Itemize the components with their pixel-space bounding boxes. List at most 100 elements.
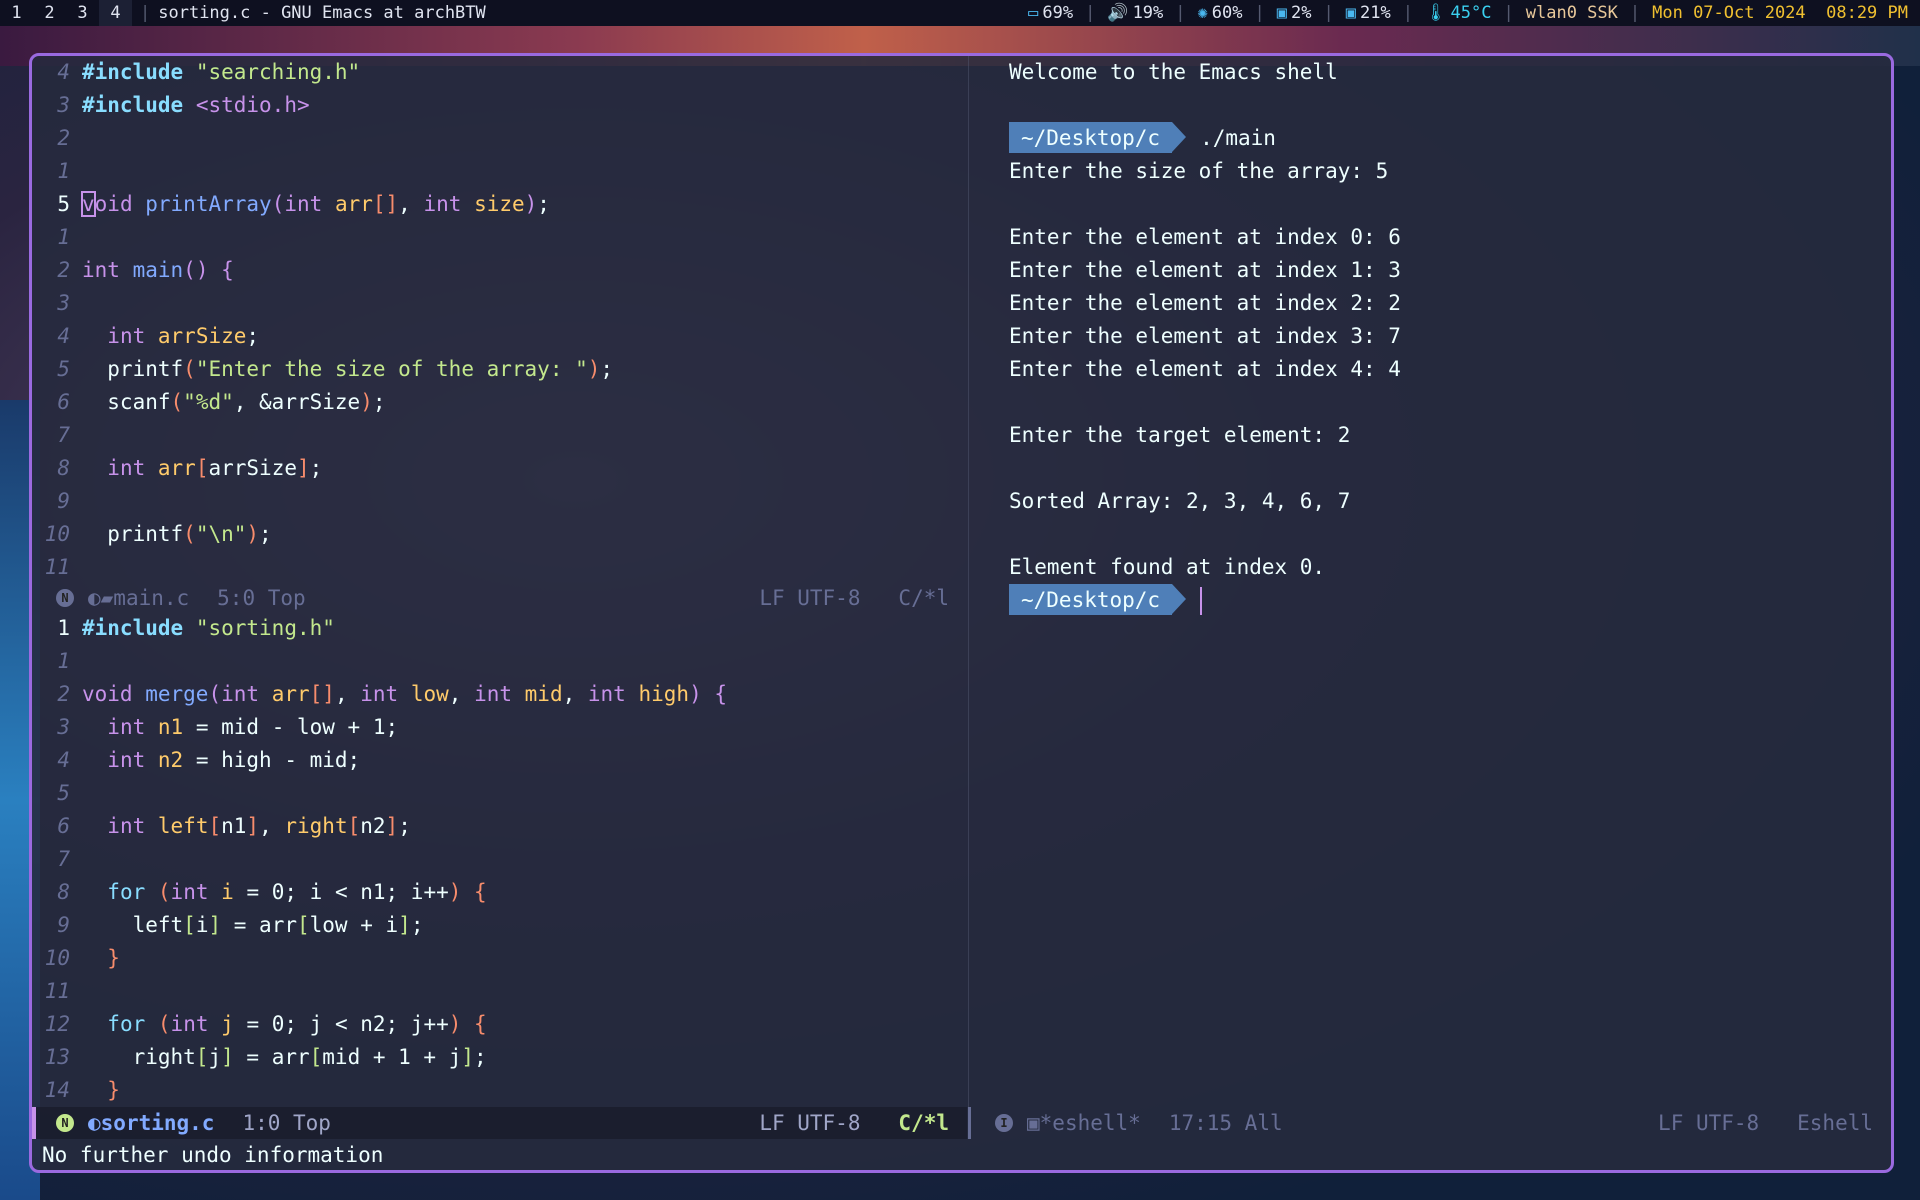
eshell-command: ./main	[1200, 126, 1276, 150]
code-token: )	[448, 1012, 462, 1036]
code-token: v	[81, 191, 96, 217]
code-token: {	[221, 258, 234, 282]
code-line: 1	[32, 645, 967, 678]
code-token: "%d"	[183, 390, 234, 414]
eshell-output-line: Enter the element at index 2: 2	[1009, 291, 1401, 315]
code-line: 7	[32, 419, 967, 452]
status-value: Mon 07-Oct 2024 08:29 PM	[1652, 3, 1908, 23]
code-line: 8 for (int i = 0; i < n1; i++) {	[32, 876, 967, 909]
status-value: 69%	[1042, 3, 1074, 23]
eshell-output-line	[1009, 188, 1894, 221]
workspace-4[interactable]: 4	[99, 0, 132, 26]
line-number: 5	[57, 192, 70, 216]
code-token: i	[221, 880, 234, 904]
code-token: ,	[334, 682, 361, 706]
eshell-window[interactable]: Welcome to the Emacs shell ~/Desktop/c ./…	[968, 56, 1894, 1107]
code-line: 5 printf("Enter the size of the array: "…	[32, 353, 967, 386]
code-token: n2	[157, 748, 184, 772]
code-token: <stdio.h>	[195, 93, 310, 117]
volume-icon: 🔊	[1107, 3, 1129, 23]
code-token: ]	[208, 913, 222, 937]
workspace-3[interactable]: 3	[66, 0, 99, 26]
eshell-input-line[interactable]: ~/Desktop/c	[1009, 584, 1894, 617]
modeline-eshell[interactable]: I ▣ *eshell* 17:15 All LF UTF-8 Eshell	[968, 1107, 1891, 1139]
brightness-icon: ✺	[1197, 3, 1208, 23]
encoding: LF UTF-8	[1658, 1111, 1760, 1135]
buffer-name: sorting.c	[100, 1111, 215, 1135]
code-text: #include "searching.h"	[82, 56, 360, 89]
code-token: int	[107, 814, 146, 838]
editor-sorting-c[interactable]: 1 #include "sorting.h" 1 2 void merge(int ar…	[32, 612, 967, 1107]
code-token: left	[157, 814, 209, 838]
eshell-output-line	[1009, 452, 1894, 485]
line-number: 3	[57, 93, 70, 117]
code-text: int left[n1], right[n2];	[82, 810, 411, 843]
line-number: 1	[57, 225, 70, 249]
major-mode: C/*l	[898, 586, 949, 610]
status-item: 🔊 19%	[1103, 0, 1167, 26]
code-text: }	[82, 942, 120, 975]
top-bar: 1234 | sorting.c - GNU Emacs at archBTW …	[0, 0, 1920, 26]
temperature-icon: 🌡	[1424, 3, 1447, 23]
code-token: []	[309, 682, 335, 706]
eshell-output-line: Enter the element at index 3: 7	[1009, 324, 1401, 348]
code-line: 8 int arr[arrSize];	[32, 452, 967, 485]
line-number: 1	[57, 616, 70, 640]
c-mode-icon: ◐	[88, 1111, 101, 1135]
code-token: int	[587, 682, 626, 706]
cursor-position: 1:0 Top	[242, 1111, 331, 1135]
editor-main-c[interactable]: 4 #include "searching.h" 3 #include <stdio.…	[32, 56, 967, 584]
code-token: [	[309, 1045, 323, 1069]
code-token: = 0; j < n2; j++	[233, 1012, 449, 1036]
code-token: ;	[537, 192, 550, 216]
code-token: "\n"	[195, 522, 247, 546]
modeline-main-c[interactable]: N ◐▰ main.c 5:0 Top LF UTF-8 C/*l	[32, 584, 967, 612]
c-mode-icon: ◐▰	[88, 586, 114, 610]
code-token: ]	[246, 814, 260, 838]
code-token: = high - mid;	[183, 748, 361, 772]
code-token: (	[183, 357, 196, 381]
status-item: ✺ 60%	[1194, 0, 1247, 26]
echo-area: No further undo information	[42, 1143, 384, 1167]
eshell-input-cursor[interactable]	[1200, 586, 1203, 615]
code-token: #include	[82, 616, 184, 640]
code-token: (	[271, 192, 285, 216]
code-token: low + i	[309, 913, 399, 937]
code-token: #include	[82, 93, 184, 117]
code-text: int n2 = high - mid;	[82, 744, 360, 777]
status-value: 60%	[1211, 3, 1243, 23]
encoding: LF UTF-8	[759, 1111, 861, 1135]
eshell-output-line	[1009, 518, 1894, 551]
code-token: arrSize	[208, 456, 297, 480]
code-line: 3 #include <stdio.h>	[32, 89, 967, 122]
line-number: 8	[57, 880, 70, 904]
code-token: i	[195, 913, 209, 937]
line-number: 14	[44, 1078, 70, 1102]
divider: |	[1323, 3, 1334, 23]
code-token: "sorting.h"	[195, 616, 335, 640]
eshell-output: Enter the size of the array: 5 Enter the …	[1009, 155, 1894, 584]
workspace-2[interactable]: 2	[33, 0, 66, 26]
code-token: ,	[398, 192, 424, 216]
code-token: main	[132, 258, 184, 282]
workspace-1[interactable]: 1	[0, 0, 33, 26]
modeline-sorting-c[interactable]: N ◐ sorting.c 1:0 Top LF UTF-8 C/*l	[32, 1107, 967, 1139]
status-item: ▭ 69%	[1024, 0, 1077, 26]
eshell-output-line	[1009, 386, 1894, 419]
code-token: arr	[157, 456, 196, 480]
line-number: 4	[57, 324, 70, 348]
code-token: ;	[372, 390, 386, 414]
code-token: int	[107, 715, 146, 739]
code-text: int main() {	[82, 254, 234, 287]
code-token: int	[170, 880, 209, 904]
